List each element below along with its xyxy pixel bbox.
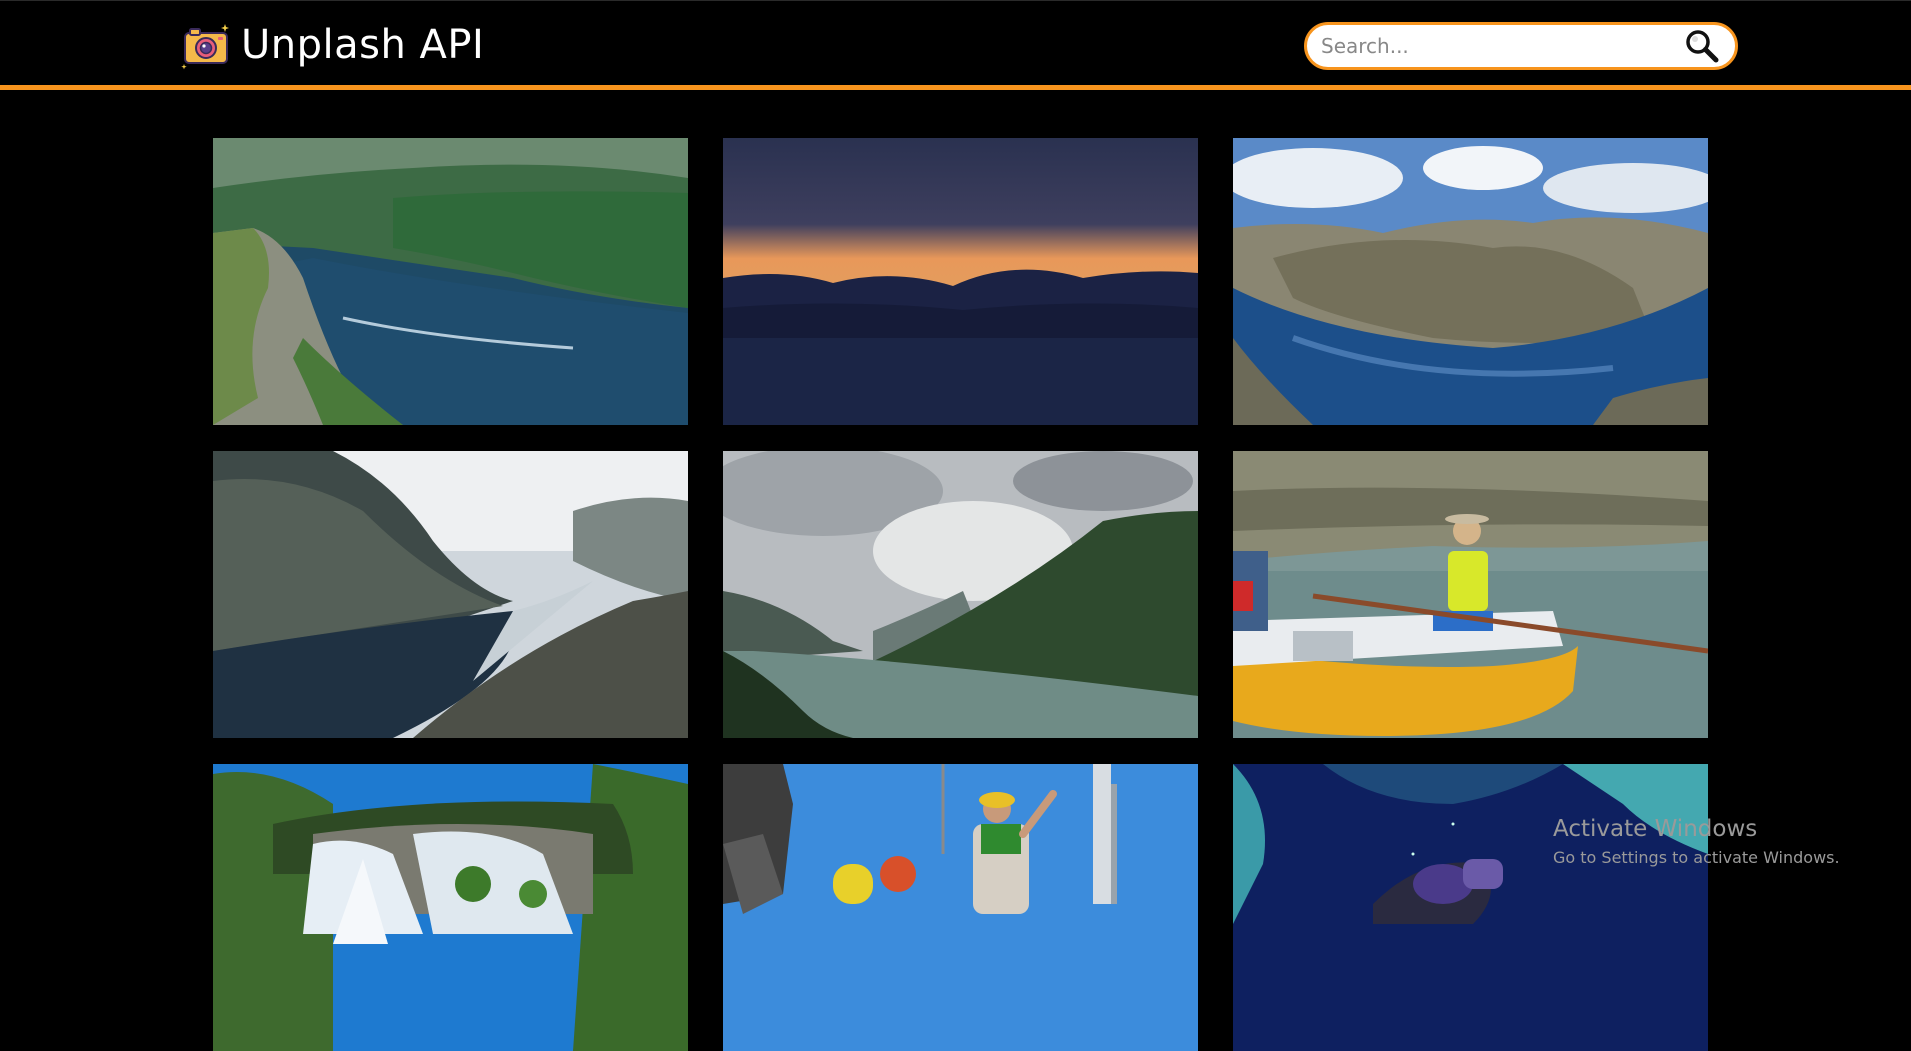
- photo-card[interactable]: [213, 138, 688, 425]
- photo-underwater-diver: [1233, 764, 1708, 1051]
- camera-icon: [181, 24, 229, 70]
- photo-card[interactable]: [723, 764, 1198, 1051]
- header-bar: Unplash API: [0, 0, 1911, 90]
- photo-grid: [213, 138, 1708, 1051]
- photo-rafting: [1233, 451, 1708, 738]
- photo-sunset-mountains: [723, 138, 1198, 425]
- app-title: Unplash API: [241, 22, 485, 68]
- photo-card[interactable]: [1233, 138, 1708, 425]
- photo-waterfall: [213, 764, 688, 1051]
- photo-card[interactable]: [213, 764, 688, 1051]
- brand[interactable]: Unplash API: [181, 20, 484, 70]
- photo-cloudy-fjord: [723, 451, 1198, 738]
- photo-card[interactable]: [723, 138, 1198, 425]
- photo-blue-fjord: [1233, 138, 1708, 425]
- photo-card[interactable]: [213, 451, 688, 738]
- photo-card[interactable]: [1233, 764, 1708, 1051]
- search-icon[interactable]: [1683, 27, 1721, 65]
- search-input[interactable]: [1307, 25, 1683, 67]
- photo-card[interactable]: [723, 451, 1198, 738]
- search-box: [1304, 22, 1738, 70]
- photo-fjord-cliff: [213, 138, 688, 425]
- photo-ship-worker: [723, 764, 1198, 1051]
- photo-card[interactable]: [1233, 451, 1708, 738]
- photo-misty-fjord: [213, 451, 688, 738]
